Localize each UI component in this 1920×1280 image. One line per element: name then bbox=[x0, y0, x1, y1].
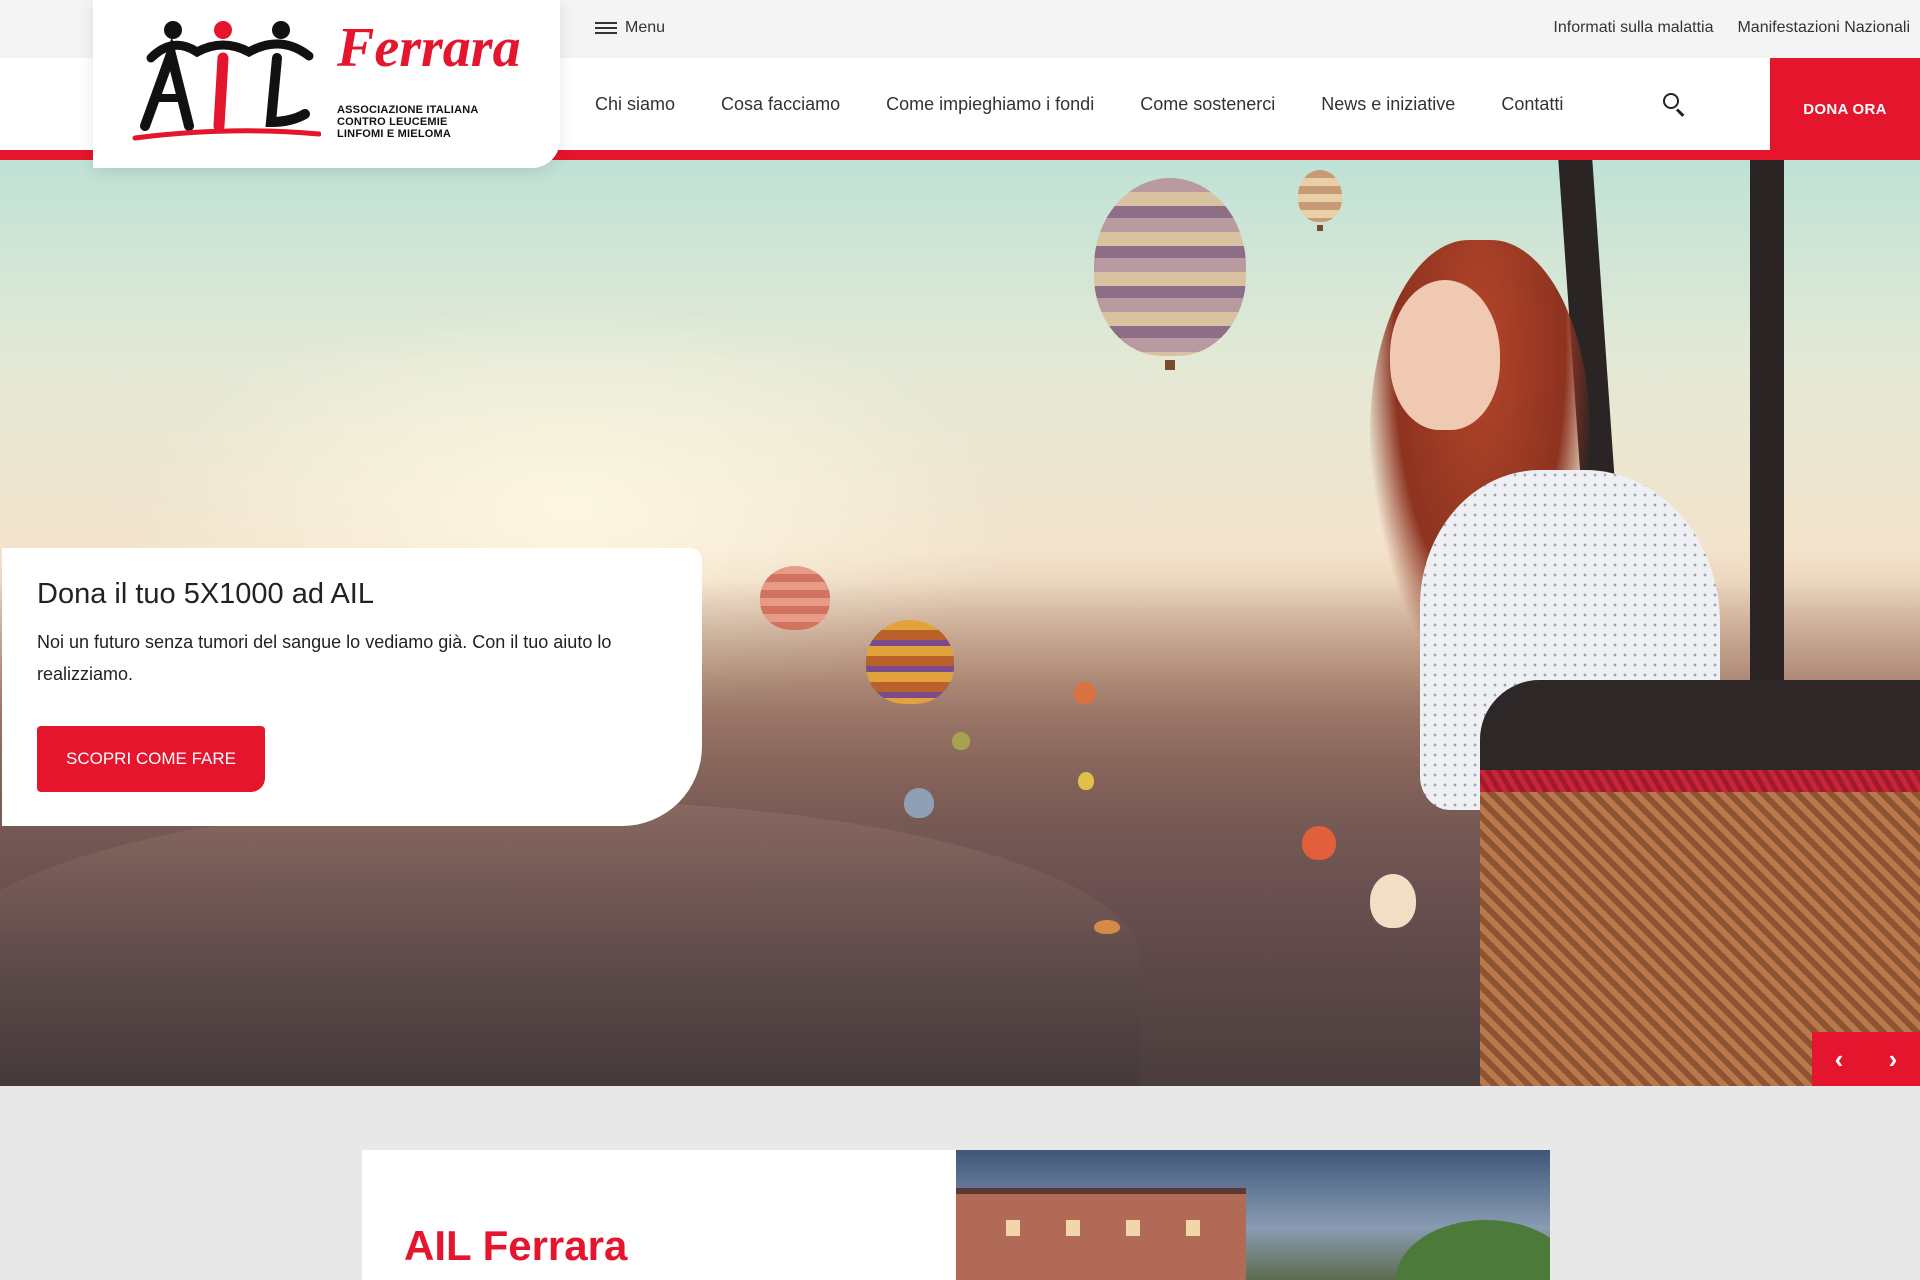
hero-title: Dona il tuo 5X1000 ad AIL bbox=[37, 578, 374, 610]
logo-city: Ferrara bbox=[337, 17, 521, 79]
intro-photo bbox=[956, 1150, 1550, 1280]
hero-text: Noi un futuro senza tumori del sangue lo… bbox=[37, 632, 612, 684]
balloon-image bbox=[1074, 682, 1096, 704]
nav-item-chi-siamo[interactable]: Chi siamo bbox=[595, 94, 675, 115]
nav-item-fondi[interactable]: Come impieghiamo i fondi bbox=[886, 94, 1094, 115]
chevron-left-icon[interactable]: ‹ bbox=[1812, 1032, 1866, 1086]
nav-item-contatti[interactable]: Contatti bbox=[1501, 94, 1563, 115]
basket-pole bbox=[1750, 160, 1784, 760]
nav-item-sostenerci[interactable]: Come sostenerci bbox=[1140, 94, 1275, 115]
nav-item-news[interactable]: News e iniziative bbox=[1321, 94, 1455, 115]
hero-slider: Dona il tuo 5X1000 ad AIL Noi un futuro … bbox=[0, 160, 1920, 1086]
menu-label: Menu bbox=[625, 19, 666, 36]
hero-card: Dona il tuo 5X1000 ad AIL Noi un futuro … bbox=[2, 548, 702, 826]
top-link-informati[interactable]: Informati sulla malattia bbox=[1553, 19, 1713, 37]
top-link-manifestazioni[interactable]: Manifestazioni Nazionali bbox=[1737, 19, 1910, 37]
nav-item-cosa-facciamo[interactable]: Cosa facciamo bbox=[721, 94, 840, 115]
balloon-image bbox=[952, 732, 970, 750]
balloon-image bbox=[904, 788, 934, 818]
donate-button[interactable]: DONA ORA bbox=[1770, 58, 1920, 160]
menu-toggle[interactable]: Menu bbox=[595, 14, 665, 42]
balloon-image bbox=[866, 620, 954, 704]
discover-button[interactable]: SCOPRI COME FARE bbox=[37, 726, 265, 792]
top-links: Informati sulla malattia Manifestazioni … bbox=[1553, 14, 1910, 42]
balloon-image bbox=[760, 566, 830, 630]
balloon-image bbox=[1298, 170, 1342, 231]
slider-controls: ‹ › bbox=[1812, 1032, 1920, 1086]
hamburger-icon bbox=[595, 21, 617, 35]
logo-subtitle: ASSOCIAZIONE ITALIANA CONTRO LEUCEMIE LI… bbox=[337, 104, 479, 140]
search-icon[interactable] bbox=[1660, 90, 1688, 118]
balloon-image bbox=[1094, 178, 1246, 370]
intro-title: AIL Ferrara bbox=[404, 1222, 628, 1269]
logo[interactable]: Ferrara ASSOCIAZIONE ITALIANA CONTRO LEU… bbox=[93, 0, 560, 168]
balloon-image bbox=[1094, 920, 1120, 934]
ail-logo-mark bbox=[132, 21, 321, 141]
balloon-basket bbox=[1480, 680, 1920, 1086]
main-nav: Chi siamo Cosa facciamo Come impieghiamo… bbox=[595, 58, 1563, 150]
balloon-image bbox=[1078, 772, 1094, 790]
chevron-right-icon[interactable]: › bbox=[1866, 1032, 1920, 1086]
intro-section: AIL Ferrara bbox=[362, 1150, 1550, 1280]
